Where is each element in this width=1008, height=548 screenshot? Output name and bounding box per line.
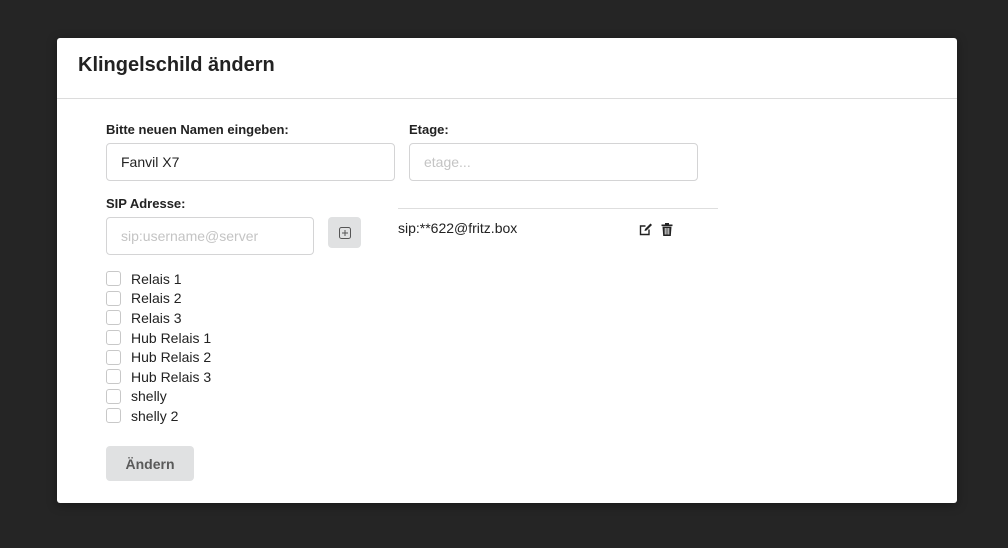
- sip-label: SIP Adresse:: [106, 196, 186, 211]
- relay-checkbox-row[interactable]: Relais 3: [106, 308, 211, 328]
- relay-label: Hub Relais 1: [131, 329, 212, 346]
- relay-label: Relais 1: [131, 270, 182, 287]
- relay-label: Hub Relais 2: [131, 349, 212, 366]
- relay-checkbox-row[interactable]: Hub Relais 3: [106, 367, 211, 387]
- floor-label: Etage:: [409, 122, 449, 137]
- relay-label: shelly: [131, 388, 167, 405]
- relay-checkbox[interactable]: [106, 388, 121, 404]
- relay-checkbox[interactable]: [106, 271, 121, 287]
- relay-checkbox[interactable]: [106, 408, 121, 424]
- edit-icon[interactable]: [639, 222, 653, 236]
- relay-checkbox-row[interactable]: shelly: [106, 387, 211, 407]
- sip-entry-address: sip:**622@fritz.box: [398, 220, 518, 236]
- floor-input[interactable]: [409, 143, 698, 181]
- relay-checkbox[interactable]: [106, 369, 121, 385]
- edit-doorbell-dialog: Klingelschild ändern Bitte neuen Namen e…: [57, 38, 957, 503]
- dialog-title: Klingelschild ändern: [78, 54, 275, 76]
- trash-icon[interactable]: [660, 222, 674, 236]
- add-sip-button[interactable]: [328, 217, 361, 248]
- sip-list-divider: [398, 208, 718, 209]
- plus-square-icon: [338, 226, 351, 239]
- dialog-header: Klingelschild ändern: [57, 38, 957, 99]
- relay-checkbox-row[interactable]: Hub Relais 2: [106, 347, 211, 367]
- relay-checkbox-row[interactable]: Relais 2: [106, 289, 211, 309]
- sip-address-input[interactable]: [106, 217, 314, 255]
- relay-label: shelly 2: [131, 407, 179, 424]
- relay-label: Relais 2: [131, 290, 182, 307]
- relay-checkbox[interactable]: [106, 290, 121, 306]
- relay-checkbox-row[interactable]: shelly 2: [106, 406, 211, 426]
- relay-checkbox-row[interactable]: Hub Relais 1: [106, 328, 211, 348]
- relay-checkbox[interactable]: [106, 330, 121, 346]
- relay-label: Hub Relais 3: [131, 368, 212, 385]
- relay-checkbox-row[interactable]: Relais 1: [106, 269, 211, 289]
- relay-checkbox[interactable]: [106, 310, 121, 326]
- relay-label: Relais 3: [131, 309, 182, 326]
- name-label: Bitte neuen Namen eingeben:: [106, 122, 289, 137]
- name-input[interactable]: [106, 143, 395, 181]
- relay-checkbox[interactable]: [106, 349, 121, 365]
- relay-checkbox-list: Relais 1 Relais 2 Relais 3 Hub Relais 1 …: [106, 269, 211, 426]
- save-changes-button[interactable]: Ändern: [106, 446, 194, 481]
